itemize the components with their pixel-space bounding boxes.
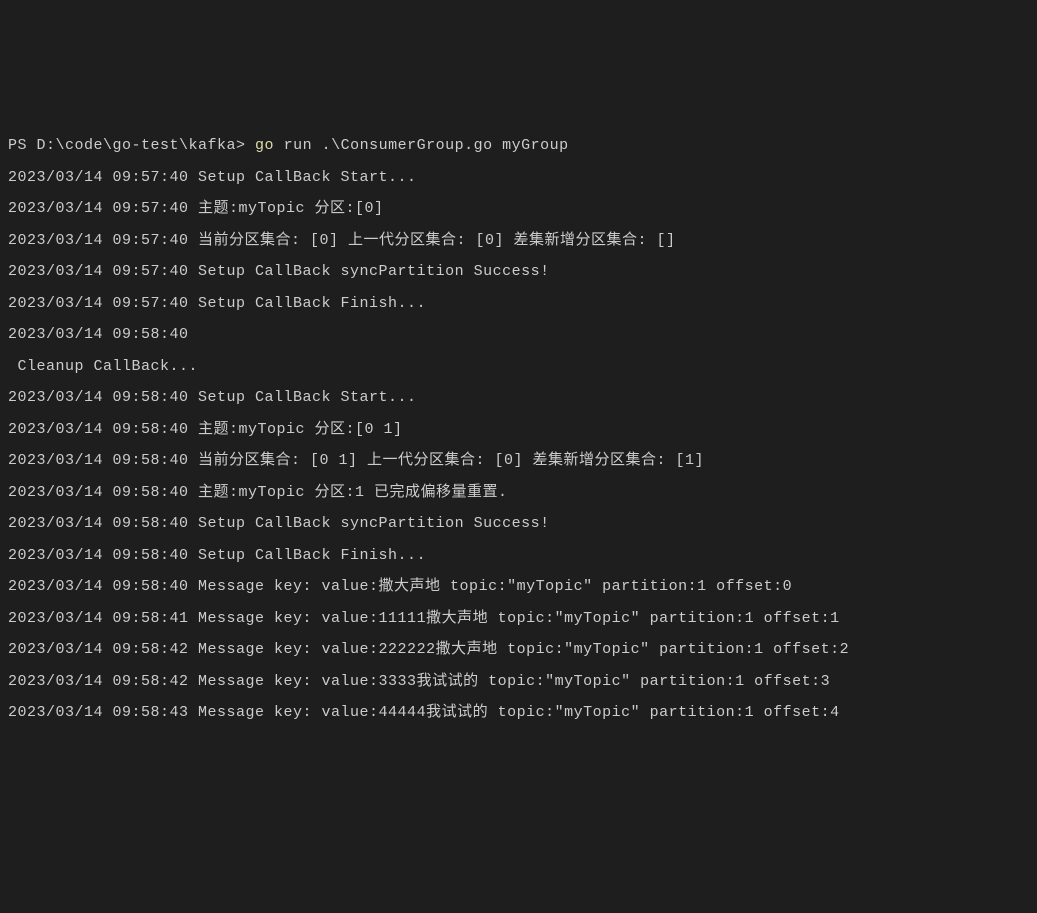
log-line: 2023/03/14 09:58:40 [8,319,1029,351]
command-args: run .\ConsumerGroup.go myGroup [274,137,569,154]
log-line: 2023/03/14 09:58:40 Setup CallBack syncP… [8,508,1029,540]
log-line: 2023/03/14 09:57:40 Setup CallBack Finis… [8,288,1029,320]
prompt-prefix: PS D:\code\go-test\kafka> [8,137,255,154]
command: go [255,137,274,154]
log-line: 2023/03/14 09:58:40 当前分区集合: [0 1] 上一代分区集… [8,445,1029,477]
log-line: 2023/03/14 09:58:40 Message key: value:撒… [8,571,1029,603]
log-line: 2023/03/14 09:58:41 Message key: value:1… [8,603,1029,635]
log-line: 2023/03/14 09:58:42 Message key: value:2… [8,634,1029,666]
log-line: 2023/03/14 09:58:40 主题:myTopic 分区:1 已完成偏… [8,477,1029,509]
log-line: 2023/03/14 09:57:40 当前分区集合: [0] 上一代分区集合:… [8,225,1029,257]
log-line: 2023/03/14 09:58:43 Message key: value:4… [8,697,1029,729]
log-line: Cleanup CallBack... [8,351,1029,383]
log-line: 2023/03/14 09:58:40 主题:myTopic 分区:[0 1] [8,414,1029,446]
log-line: 2023/03/14 09:57:40 Setup CallBack Start… [8,162,1029,194]
log-line: 2023/03/14 09:57:40 主题:myTopic 分区:[0] [8,193,1029,225]
log-line: 2023/03/14 09:58:40 Setup CallBack Finis… [8,540,1029,572]
terminal-output[interactable]: PS D:\code\go-test\kafka> go run .\Consu… [8,130,1029,751]
log-line: 2023/03/14 09:58:42 Message key: value:3… [8,666,1029,698]
log-line: 2023/03/14 09:57:40 Setup CallBack syncP… [8,256,1029,288]
prompt-line: PS D:\code\go-test\kafka> go run .\Consu… [8,130,1029,162]
log-line: 2023/03/14 09:58:40 Setup CallBack Start… [8,382,1029,414]
